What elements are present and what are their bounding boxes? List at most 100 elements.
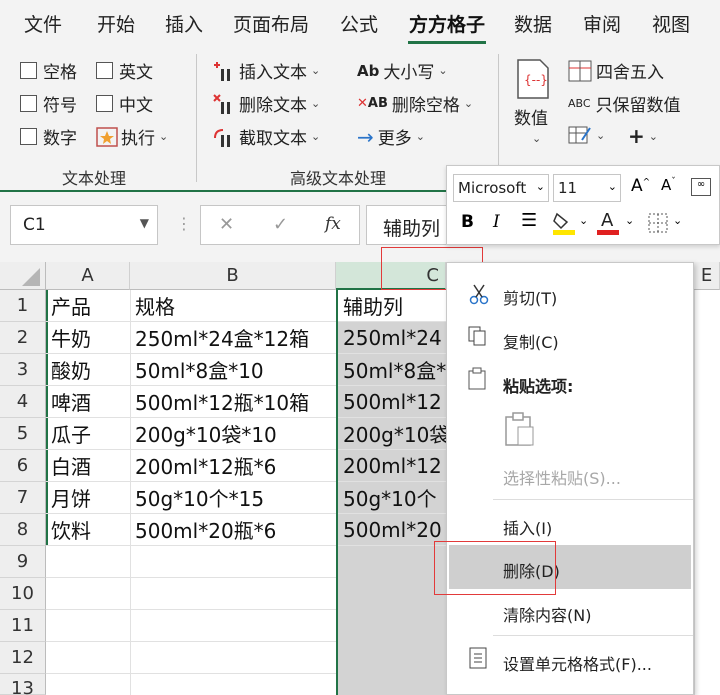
cell-a8[interactable]: 饮料 [46, 514, 130, 546]
font-color-icon[interactable]: A [595, 210, 621, 236]
more-button[interactable]: → 更多 ⌄ [357, 124, 425, 150]
checkbox-number[interactable]: 数字 [20, 124, 77, 149]
tab-file[interactable]: 文件 [24, 10, 62, 37]
checkbox-icon[interactable] [96, 95, 113, 112]
border-icon[interactable] [647, 212, 669, 234]
tab-page-layout[interactable]: 页面布局 [233, 10, 309, 37]
select-all-corner[interactable] [0, 262, 46, 290]
align-center-icon[interactable]: ☰ [521, 210, 537, 231]
chevron-down-icon[interactable]: ⌄ [579, 214, 588, 227]
cell-b7[interactable]: 50g*10个*15 [130, 482, 336, 514]
cell-c6[interactable]: 200ml*12 [338, 450, 446, 482]
checkbox-icon[interactable] [20, 95, 37, 112]
delete-text-button[interactable]: 删除文本 ⌄ [213, 91, 320, 116]
cell-b8[interactable]: 500ml*20瓶*6 [130, 514, 336, 546]
drag-handle-icon[interactable]: ⋮ [176, 214, 192, 233]
tab-fangfang[interactable]: 方方格子 [409, 10, 485, 37]
tab-review[interactable]: 审阅 [583, 10, 621, 37]
checkbox-symbol[interactable]: 符号 [20, 91, 77, 116]
column-header-e[interactable]: E [694, 262, 720, 290]
checkbox-chinese[interactable]: 中文 [96, 91, 153, 116]
name-box[interactable]: C1 ▼ [10, 205, 158, 245]
cancel-icon[interactable]: ✕ [219, 214, 234, 235]
case-button[interactable]: Ab 大小写 ⌄ [357, 58, 448, 84]
plus-button[interactable]: + ⌄ [628, 124, 658, 148]
cell-b5[interactable]: 200g*10袋*10 [130, 418, 336, 450]
menu-item-copy[interactable]: 复制(C) [503, 329, 559, 353]
menu-item-clear[interactable]: 清除内容(N) [503, 602, 591, 626]
chevron-down-icon[interactable]: ⌄ [673, 214, 682, 227]
execute-button[interactable]: 执行 ⌄ [96, 124, 168, 149]
checkbox-icon[interactable] [96, 62, 113, 79]
delete-space-button[interactable]: ✕AB 删除空格 ⌄ [357, 91, 473, 116]
tab-data[interactable]: 数据 [514, 10, 552, 37]
bold-button[interactable]: B [461, 212, 474, 232]
menu-item-format-cells[interactable]: 设置单元格格式(F)... [503, 651, 652, 675]
cell-c7[interactable]: 50g*10个 [338, 482, 446, 514]
row-header-13[interactable]: 13 [0, 674, 46, 695]
row-header-10[interactable]: 10 [0, 578, 46, 610]
cell-a4[interactable]: 啤酒 [46, 386, 130, 418]
chevron-down-icon[interactable]: ▼ [140, 216, 149, 230]
increase-font-icon[interactable]: A^ [631, 176, 650, 196]
menu-item-paste-special[interactable]: 选择性粘贴(S)... [503, 465, 621, 489]
fill-color-icon[interactable] [551, 210, 577, 236]
tab-formulas[interactable]: 公式 [340, 10, 378, 37]
cell-b3[interactable]: 50ml*8盒*10 [130, 354, 336, 386]
menu-item-insert[interactable]: 插入(I) [503, 515, 552, 539]
paste-icon[interactable] [503, 411, 537, 447]
format-icon[interactable]: ∞ [691, 178, 711, 196]
tab-home[interactable]: 开始 [97, 10, 135, 37]
column-e-cells[interactable] [694, 290, 720, 695]
row-header-1[interactable]: 1 [0, 290, 46, 322]
cell-b6[interactable]: 200ml*12瓶*6 [130, 450, 336, 482]
row-header-5[interactable]: 5 [0, 418, 46, 450]
value-button[interactable]: {--} 数值 ⌄ [512, 56, 556, 168]
round-button[interactable]: 四舍五入 [568, 58, 664, 83]
font-select[interactable]: Microsoft ⌄ [453, 174, 549, 202]
cell-c2[interactable]: 250ml*24 [338, 322, 446, 354]
cell-c1[interactable]: 辅助列 [338, 290, 446, 322]
cell-c3[interactable]: 50ml*8盒* [338, 354, 446, 386]
row-header-8[interactable]: 8 [0, 514, 46, 546]
column-header-b[interactable]: B [130, 262, 336, 290]
cell-a1[interactable]: 产品 [46, 290, 130, 322]
checkbox-english[interactable]: 英文 [96, 58, 153, 83]
chevron-down-icon[interactable]: ⌄ [625, 214, 634, 227]
row-header-3[interactable]: 3 [0, 354, 46, 386]
formula-input[interactable]: 辅助列 [366, 205, 456, 245]
row-header-7[interactable]: 7 [0, 482, 46, 514]
insert-text-button[interactable]: 插入文本 ⌄ [213, 58, 320, 83]
confirm-icon[interactable]: ✓ [273, 214, 288, 235]
decrease-font-icon[interactable]: Aˇ [661, 176, 676, 194]
checkbox-space[interactable]: 空格 [20, 58, 77, 83]
keep-value-button[interactable]: ABC 只保留数值 [568, 91, 681, 116]
cell-a2[interactable]: 牛奶 [46, 322, 130, 354]
tab-insert[interactable]: 插入 [165, 10, 203, 37]
fx-icon[interactable]: fx [325, 214, 341, 234]
tab-view[interactable]: 视图 [652, 10, 690, 37]
row-header-2[interactable]: 2 [0, 322, 46, 354]
cell-c5[interactable]: 200g*10袋 [338, 418, 446, 450]
format-button[interactable]: ⌄ [568, 124, 605, 146]
cell-c4[interactable]: 500ml*12 [338, 386, 446, 418]
font-size-select[interactable]: 11 ⌄ [553, 174, 621, 202]
column-header-a[interactable]: A [46, 262, 130, 290]
cell-b1[interactable]: 规格 [130, 290, 336, 322]
cell-c8[interactable]: 500ml*20 [338, 514, 446, 546]
checkbox-icon[interactable] [20, 62, 37, 79]
checkbox-icon[interactable] [20, 128, 37, 145]
cell-b2[interactable]: 250ml*24盒*12箱 [130, 322, 336, 354]
row-header-11[interactable]: 11 [0, 610, 46, 642]
extract-text-button[interactable]: 截取文本 ⌄ [213, 124, 320, 149]
row-header-12[interactable]: 12 [0, 642, 46, 674]
row-header-6[interactable]: 6 [0, 450, 46, 482]
cell-a6[interactable]: 白酒 [46, 450, 130, 482]
cell-a3[interactable]: 酸奶 [46, 354, 130, 386]
row-header-4[interactable]: 4 [0, 386, 46, 418]
cell-b4[interactable]: 500ml*12瓶*10箱 [130, 386, 336, 418]
menu-item-cut[interactable]: 剪切(T) [503, 285, 557, 309]
cell-a7[interactable]: 月饼 [46, 482, 130, 514]
row-header-9[interactable]: 9 [0, 546, 46, 578]
cell-a5[interactable]: 瓜子 [46, 418, 130, 450]
